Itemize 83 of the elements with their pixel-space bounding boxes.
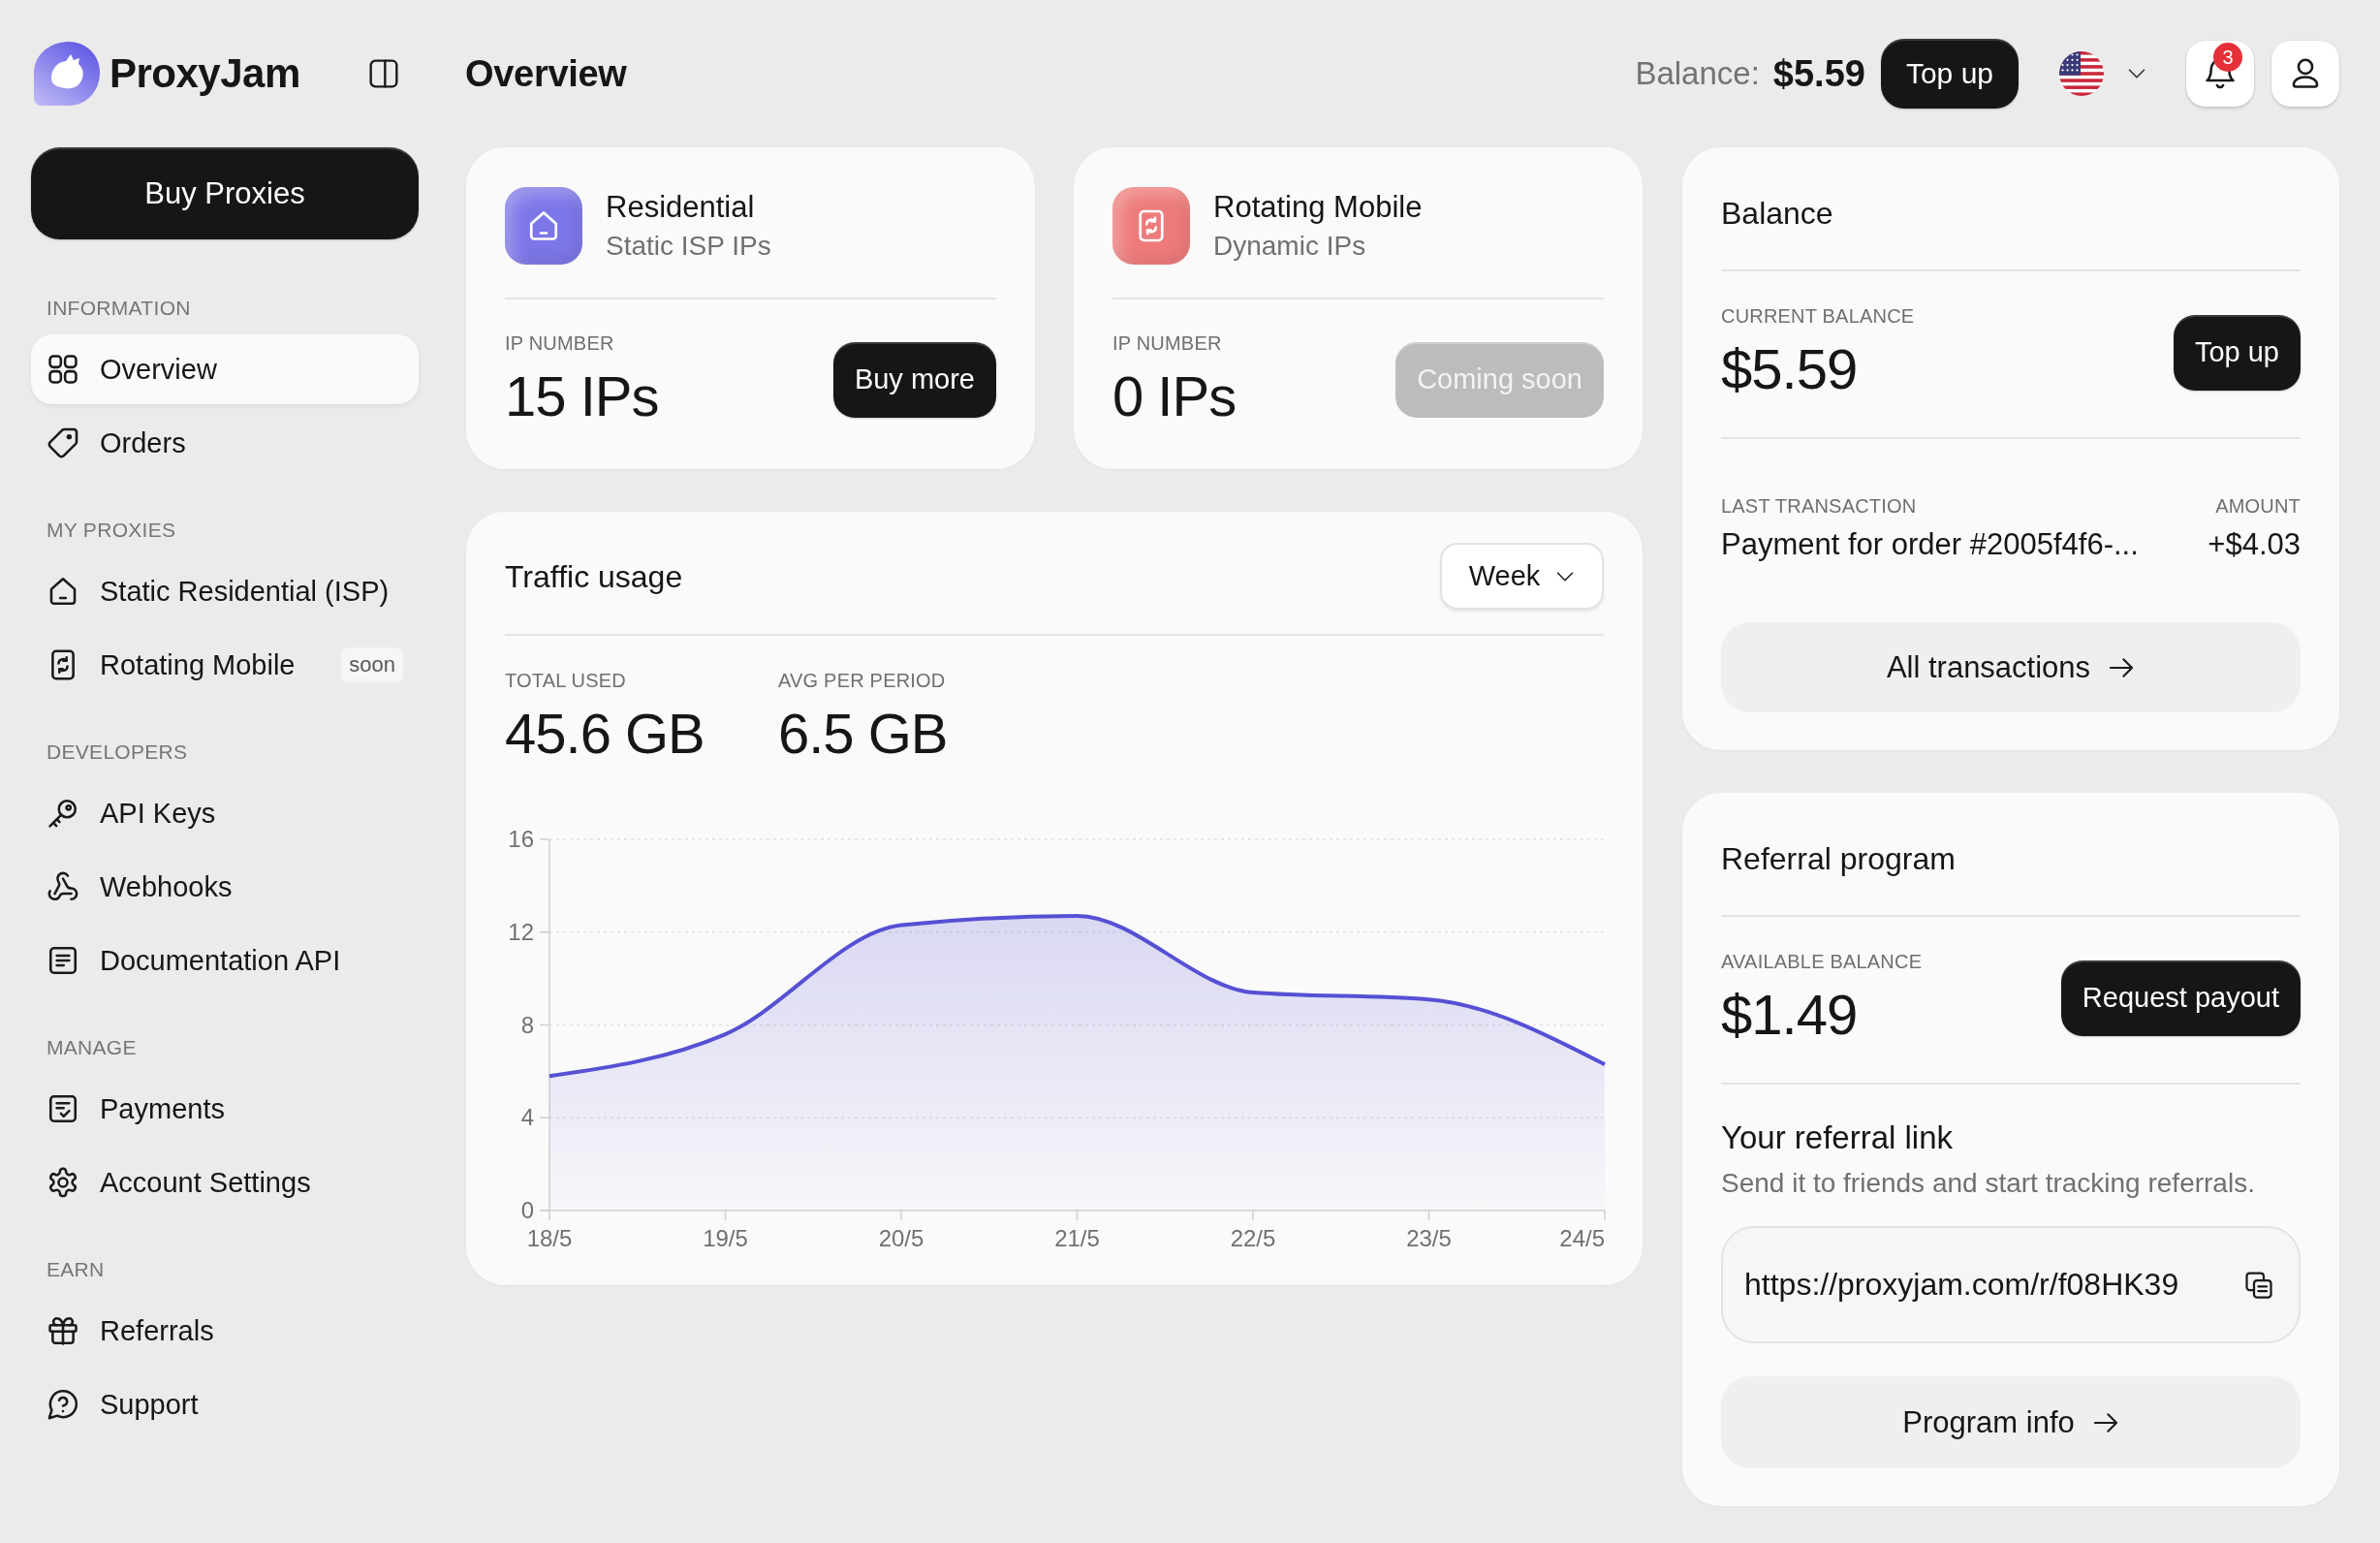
available-balance-label: AVAILABLE BALANCE: [1721, 950, 1923, 973]
copy-icon[interactable]: [2244, 1270, 2273, 1300]
product-title: Rotating Mobile: [1213, 189, 1423, 226]
webhook-icon: [47, 870, 79, 903]
tag-icon: [47, 426, 79, 459]
x-axis-label: 22/5: [1230, 1225, 1276, 1251]
x-axis-label: 19/5: [703, 1225, 748, 1251]
program-info-button[interactable]: Program info: [1721, 1376, 2301, 1468]
nav-item[interactable]: API Keys: [31, 778, 419, 848]
referral-link-title: Your referral link: [1721, 1118, 1955, 1157]
card-title: Traffic usage: [505, 557, 683, 596]
metric-value: 0 IPs: [1112, 365, 1237, 427]
last-transaction-label: LAST TRANSACTION: [1721, 494, 1917, 518]
buy-proxies-button[interactable]: Buy Proxies: [31, 147, 419, 239]
account-button[interactable]: [2271, 41, 2339, 107]
request-payout-button[interactable]: Request payout: [2060, 960, 2301, 1036]
nav-item[interactable]: Payments: [31, 1074, 419, 1144]
stat-label: AVG PER PERIOD: [778, 669, 947, 692]
stat-value: 45.6 GB: [505, 703, 705, 765]
y-axis-label: 12: [508, 918, 534, 945]
period-dropdown[interactable]: Week: [1440, 543, 1604, 610]
amount-label: AMOUNT: [2215, 494, 2301, 518]
y-axis-label: 8: [520, 1011, 534, 1038]
status-badge: soon: [341, 647, 403, 682]
x-axis-label: 23/5: [1406, 1225, 1452, 1251]
nav-item[interactable]: Webhooks: [31, 852, 419, 922]
all-transactions-button[interactable]: All transactions: [1721, 622, 2301, 712]
stat-label: TOTAL USED: [505, 669, 627, 692]
notifications-button[interactable]: 3: [2186, 41, 2254, 107]
balance-label: Balance:: [1635, 55, 1760, 92]
current-balance-value: $5.59: [1721, 338, 1859, 400]
grid-icon: [47, 353, 79, 386]
notification-count-badge: 3: [2213, 43, 2242, 72]
product-subtitle: Static ISP IPs: [606, 230, 771, 263]
metric-value: 15 IPs: [505, 365, 659, 427]
card-title: Referral program: [1721, 840, 1957, 878]
nav-item[interactable]: Static Residential (ISP): [31, 556, 419, 626]
y-axis-label: 4: [520, 1104, 534, 1131]
sidebar-panel-icon[interactable]: [368, 58, 399, 89]
logo-icon: [34, 42, 100, 106]
us-flag-icon[interactable]: [2059, 51, 2104, 96]
key-icon: [47, 797, 79, 830]
x-axis-label: 21/5: [1054, 1225, 1100, 1251]
y-axis-label: 16: [508, 826, 534, 852]
current-balance-label: CURRENT BALANCE: [1721, 304, 1915, 328]
nav-item[interactable]: Documentation API: [31, 926, 419, 995]
brand-name: ProxyJam: [110, 50, 300, 97]
gift-icon: [47, 1314, 79, 1347]
referral-link-hint: Send it to friends and start tracking referrals.: [1721, 1167, 2256, 1200]
metric-label: IP NUMBER: [505, 331, 615, 355]
section-heading: DEVELOPERS: [47, 740, 189, 765]
document-icon: [47, 944, 79, 977]
balance-value: $5.59: [1772, 52, 1865, 95]
product-title: Residential: [606, 189, 756, 226]
top-up-button[interactable]: Top up: [2173, 314, 2301, 391]
stat-value: 6.5 GB: [778, 703, 949, 765]
section-heading: MANAGE: [47, 1035, 138, 1060]
nav-item[interactable]: Orders: [31, 408, 419, 478]
nav-item[interactable]: Rotating Mobile soon: [31, 630, 419, 700]
section-heading: MY PROXIES: [47, 518, 177, 543]
nav-item[interactable]: Account Settings: [31, 1148, 419, 1217]
x-axis-label: 18/5: [526, 1225, 573, 1251]
section-heading: EARN: [47, 1257, 106, 1282]
x-axis-label: 20/5: [878, 1225, 924, 1251]
referral-link-field[interactable]: https://proxyjam.com/r/f08HK39: [1721, 1226, 2301, 1343]
settings-icon: [47, 1166, 79, 1199]
top-up-button[interactable]: Top up: [1880, 39, 2019, 109]
nav-item[interactable]: Referrals: [31, 1296, 419, 1366]
page-title: Overview: [465, 52, 627, 95]
product-subtitle: Dynamic IPs: [1213, 230, 1367, 263]
x-axis-label: 24/5: [1559, 1225, 1605, 1251]
product-action-button[interactable]: Buy more: [832, 341, 996, 418]
transaction-description: Payment for order #2005f4f6-...: [1721, 526, 2139, 563]
y-axis-label: 0: [520, 1197, 534, 1223]
help-icon: [47, 1388, 79, 1421]
receipt-check-icon: [47, 1092, 79, 1125]
nav-item[interactable]: Support: [31, 1370, 419, 1439]
transaction-amount: +$4.03: [2208, 526, 2301, 563]
metric-label: IP NUMBER: [1112, 331, 1223, 355]
card-title: Balance: [1721, 195, 1834, 233]
nav-item[interactable]: Overview: [31, 334, 419, 404]
section-heading: INFORMATION: [47, 296, 192, 321]
available-balance-value: $1.49: [1721, 984, 1859, 1046]
